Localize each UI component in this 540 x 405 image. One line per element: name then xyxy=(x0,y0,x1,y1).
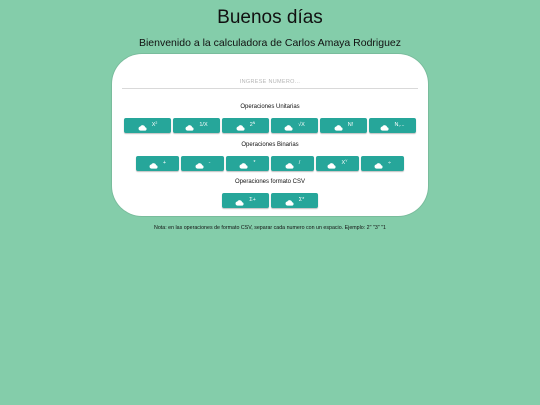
button-label: Σ* xyxy=(299,193,305,208)
button-label-base: * xyxy=(253,160,256,166)
unitary-two-power-n-button[interactable]: 2N xyxy=(222,118,269,133)
unitary-inverse-button[interactable]: 1/X xyxy=(173,118,220,133)
unitary-operations-row: X2 1/X 2N √X N! N,... xyxy=(112,118,428,133)
button-label: N,... xyxy=(394,118,404,133)
cloud-icon xyxy=(235,198,244,206)
csv-operations-label: Operaciones formato CSV xyxy=(234,179,306,185)
cloud-icon xyxy=(285,198,294,206)
csv-product-button[interactable]: Σ* xyxy=(271,193,318,208)
button-label: XY xyxy=(341,156,347,171)
page-title: Buenos días xyxy=(217,7,323,28)
csv-operations-row: Σ+ Σ* xyxy=(112,193,428,208)
cloud-icon xyxy=(374,161,383,169)
number-input-wrapper xyxy=(122,70,418,91)
button-label-base: 1/X xyxy=(199,122,208,128)
button-label: * xyxy=(253,156,255,171)
binary-operations-row: + - * / XY ÷ xyxy=(112,156,428,171)
binary-divide-button[interactable]: / xyxy=(271,156,314,171)
button-label-base: / xyxy=(298,160,301,166)
button-label: ÷ xyxy=(388,156,391,171)
binary-power-button[interactable]: XY xyxy=(316,156,359,171)
button-label-exponent: Y xyxy=(345,159,348,163)
csv-note: Nota: en las operaciones de formato CSV,… xyxy=(154,225,386,231)
button-label-base: Σ* xyxy=(298,197,305,203)
csv-sum-button[interactable]: Σ+ xyxy=(222,193,269,208)
button-label-exponent: N xyxy=(252,121,256,125)
button-label-base: ÷ xyxy=(387,160,392,166)
binary-subtract-button[interactable]: - xyxy=(181,156,224,171)
button-label: √X xyxy=(298,118,305,133)
button-label: N! xyxy=(348,118,354,133)
unitary-square-root-button[interactable]: √X xyxy=(271,118,318,133)
page-subtitle: Bienvenido a la calculadora de Carlos Am… xyxy=(138,37,402,49)
binary-integer-divide-button[interactable]: ÷ xyxy=(361,156,404,171)
button-label: Σ+ xyxy=(249,193,256,208)
cloud-icon xyxy=(327,161,337,169)
button-label: 1/X xyxy=(199,118,207,133)
cloud-icon xyxy=(285,161,294,169)
cloud-icon xyxy=(236,123,245,131)
button-label-base: √X xyxy=(298,122,305,128)
cloud-icon xyxy=(138,123,147,131)
button-label-base: Σ+ xyxy=(249,197,256,203)
button-label-base: N,... xyxy=(394,122,405,128)
button-label-base: - xyxy=(208,160,211,166)
unitary-operations-label: Operaciones Unitarias xyxy=(240,104,300,110)
cloud-icon xyxy=(185,123,194,131)
binary-multiply-button[interactable]: * xyxy=(226,156,269,171)
binary-operations-label: Operaciones Binarias xyxy=(241,142,299,148)
binary-add-button[interactable]: + xyxy=(136,156,179,171)
button-label: - xyxy=(209,156,211,171)
unitary-square-button[interactable]: X2 xyxy=(124,118,171,133)
button-label-base: + xyxy=(162,160,167,166)
cloud-icon xyxy=(149,161,158,169)
cloud-icon xyxy=(195,161,204,169)
button-label: X2 xyxy=(152,118,158,133)
button-label: 2N xyxy=(250,118,256,133)
cloud-icon xyxy=(284,123,293,131)
button-label: / xyxy=(299,156,301,171)
number-input[interactable] xyxy=(122,73,418,91)
cloud-icon xyxy=(334,123,343,131)
unitary-n-list-button[interactable]: N,... xyxy=(369,118,416,133)
cloud-icon xyxy=(380,123,390,131)
cloud-icon xyxy=(239,161,248,169)
button-label: + xyxy=(163,156,166,171)
calculator-card: Operaciones Unitarias X21/X2N√XN!N,... O… xyxy=(112,54,428,216)
unitary-factorial-button[interactable]: N! xyxy=(320,118,367,133)
button-label-base: N! xyxy=(347,122,354,128)
button-label-exponent: 2 xyxy=(155,121,158,125)
